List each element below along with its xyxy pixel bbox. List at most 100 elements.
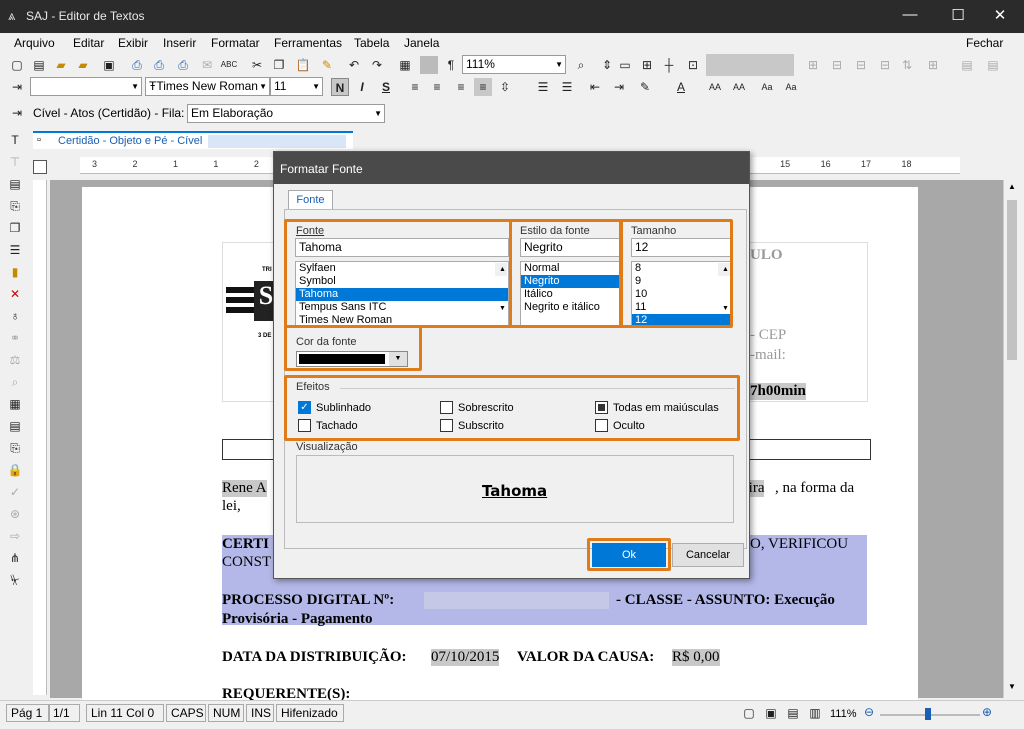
cut-icon[interactable]: ✂: [248, 56, 266, 74]
outdent-icon[interactable]: ⇤: [586, 78, 604, 96]
border-icon[interactable]: ⊡: [684, 56, 702, 74]
tool-scale-icon[interactable]: ⚖: [6, 351, 24, 369]
grow-font-icon[interactable]: AA: [706, 78, 724, 96]
menu-exibir[interactable]: Exibir: [118, 36, 148, 50]
menu-janela[interactable]: Janela: [404, 36, 439, 50]
redo-icon[interactable]: ↷: [368, 56, 386, 74]
clear-format-icon[interactable]: Aa: [782, 78, 800, 96]
tool-list-icon[interactable]: ☰: [6, 241, 24, 259]
cancel-button[interactable]: Cancelar: [672, 543, 744, 567]
tool-link-icon[interactable]: ⚭: [6, 329, 24, 347]
highlight-icon[interactable]: ✎: [636, 78, 654, 96]
scroll-up-icon[interactable]: ▲: [1008, 182, 1016, 191]
scroll-down-icon[interactable]: ▼: [1008, 682, 1016, 691]
tab-fonte[interactable]: Fonte: [288, 190, 333, 210]
new-icon[interactable]: ▢: [8, 56, 26, 74]
align-left-icon[interactable]: ≡: [406, 78, 424, 96]
tool-ribbon-icon[interactable]: ♁: [6, 307, 24, 325]
view-draft-icon[interactable]: ▥: [806, 704, 824, 722]
menu-tabela[interactable]: Tabela: [354, 36, 389, 50]
tool-calendar-icon[interactable]: ▦: [6, 395, 24, 413]
align-right-icon[interactable]: ≡: [452, 78, 470, 96]
tool-save-icon[interactable]: ✓: [6, 483, 24, 501]
merge-cells-icon[interactable]: ⊟: [828, 56, 846, 74]
bullets-icon[interactable]: ☰: [534, 78, 552, 96]
tool-excel-icon[interactable]: ✕: [6, 285, 24, 303]
sort-icon[interactable]: ⇅: [898, 56, 916, 74]
menu-inserir[interactable]: Inserir: [163, 36, 196, 50]
style-select[interactable]: ▼: [30, 77, 142, 96]
spellcheck-icon[interactable]: ABC: [220, 56, 238, 74]
bold-button[interactable]: N: [331, 78, 349, 96]
find-icon[interactable]: ⌕: [572, 56, 590, 74]
line-spacing-icon[interactable]: ⇳: [496, 78, 514, 96]
numbering-icon[interactable]: ☰: [558, 78, 576, 96]
vertical-scrollbar[interactable]: ▲ ▼: [1003, 180, 1020, 698]
tool-form-icon[interactable]: ▤: [6, 175, 24, 193]
pilcrow-icon[interactable]: ¶: [442, 56, 460, 74]
queue-select[interactable]: Em Elaboração ▼: [187, 104, 385, 123]
view-outline-icon[interactable]: ▤: [784, 704, 802, 722]
tool-doc-icon[interactable]: ⎘: [6, 439, 24, 457]
email-icon[interactable]: ✉: [198, 56, 216, 74]
tool-text-icon[interactable]: T: [6, 131, 24, 149]
align-center-icon[interactable]: ≡: [428, 78, 446, 96]
justify-icon[interactable]: ≡: [474, 78, 492, 96]
save-icon[interactable]: ▣: [100, 56, 118, 74]
tool-export-icon[interactable]: ⇨: [6, 527, 24, 545]
print-icon[interactable]: ⎙: [128, 56, 146, 74]
paint-icon[interactable]: ⏧: [6, 571, 24, 589]
format-painter-icon[interactable]: ✎: [318, 56, 336, 74]
table-style-icon[interactable]: ▤: [958, 56, 976, 74]
tool-stamp-icon[interactable]: ⊤: [6, 153, 24, 171]
lock-icon[interactable]: 🔒: [6, 461, 24, 479]
zoom-in-icon[interactable]: ⊕: [982, 705, 992, 719]
delete-col-icon[interactable]: ⊟: [876, 56, 894, 74]
table-grid-icon[interactable]: [420, 56, 438, 74]
menu-fechar[interactable]: Fechar: [966, 36, 1003, 50]
view-page-icon[interactable]: ▢: [740, 704, 758, 722]
change-case-icon[interactable]: Aa: [758, 78, 776, 96]
columns-icon[interactable]: ⇕: [598, 56, 616, 74]
print-preview-icon[interactable]: ⎙: [150, 56, 168, 74]
paste-icon[interactable]: 📋: [294, 56, 312, 74]
insert-icon[interactable]: ⊞: [924, 56, 942, 74]
open-folder-icon[interactable]: ▰: [74, 56, 92, 74]
minimize-button[interactable]: —: [900, 6, 920, 23]
table-format-icon[interactable]: ▤: [984, 56, 1002, 74]
table-props-icon[interactable]: ⊞: [804, 56, 822, 74]
tool-sign-icon[interactable]: ⊛: [6, 505, 24, 523]
table-icon[interactable]: ▦: [396, 56, 414, 74]
menu-ferramentas[interactable]: Ferramentas: [274, 36, 342, 50]
tool-template-icon[interactable]: ⎘: [6, 197, 24, 215]
zoom-out-icon[interactable]: ⊖: [864, 705, 874, 719]
close-button[interactable]: ✕: [990, 6, 1010, 24]
menu-editar[interactable]: Editar: [73, 36, 104, 50]
print-setup-icon[interactable]: ⎙: [174, 56, 192, 74]
tool-field-icon[interactable]: ▮: [6, 263, 24, 281]
underline-button[interactable]: S: [377, 78, 395, 96]
open-icon[interactable]: ▰: [52, 56, 70, 74]
tool-search-icon[interactable]: ⌕: [6, 373, 24, 391]
font-color-icon[interactable]: A: [672, 78, 690, 96]
indent-icon[interactable]: ⇥: [610, 78, 628, 96]
undo-icon[interactable]: ↶: [345, 56, 363, 74]
new-document-icon[interactable]: ▤: [30, 56, 48, 74]
menu-arquivo[interactable]: Arquivo: [14, 36, 55, 50]
border-style-group[interactable]: [706, 54, 794, 76]
split-cells-icon[interactable]: ⊞: [638, 56, 656, 74]
size-select[interactable]: 11 ▼: [270, 77, 323, 96]
style-icon[interactable]: ⇥: [8, 78, 26, 96]
zoom-select[interactable]: 111% ▼: [462, 55, 566, 74]
shrink-font-icon[interactable]: AA: [730, 78, 748, 96]
insert-cross-icon[interactable]: ┼: [660, 56, 678, 74]
view-web-icon[interactable]: ▣: [762, 704, 780, 722]
vertical-ruler[interactable]: [33, 180, 47, 695]
menu-formatar[interactable]: Formatar: [211, 36, 260, 50]
tab-stop-selector[interactable]: [33, 160, 47, 174]
zoom-slider-handle[interactable]: [925, 708, 931, 720]
copy-icon[interactable]: ❐: [270, 56, 288, 74]
document-tab[interactable]: ▫ Certidão - Objeto e Pé - Cível: [33, 131, 353, 149]
maximize-button[interactable]: ☐: [948, 6, 968, 24]
tool-copy-icon[interactable]: ❐: [6, 219, 24, 237]
